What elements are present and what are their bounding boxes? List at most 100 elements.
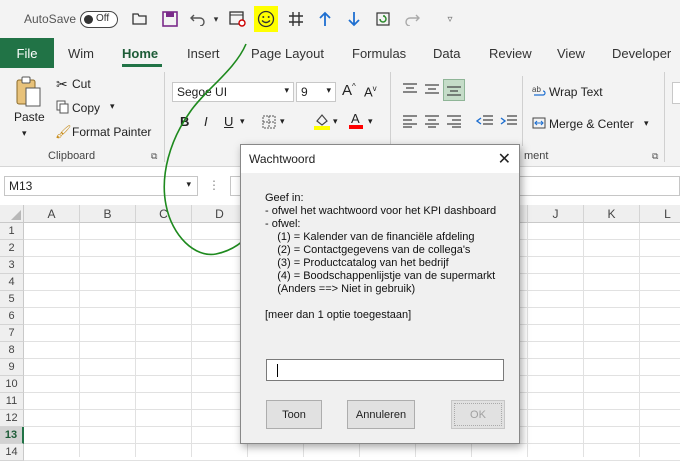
- row-header[interactable]: 9: [0, 359, 24, 376]
- row-header[interactable]: 4: [0, 274, 24, 291]
- fill-color-dropdown-icon[interactable]: ▾: [333, 116, 338, 127]
- paste-button[interactable]: Paste: [14, 110, 45, 124]
- shrink-font-icon[interactable]: Av: [364, 84, 377, 99]
- column-header[interactable]: J: [528, 205, 584, 223]
- merge-center-button[interactable]: Merge & Center: [549, 117, 634, 131]
- tab-file[interactable]: File: [0, 38, 54, 68]
- tab-wim[interactable]: Wim: [68, 46, 94, 61]
- align-center-icon[interactable]: [424, 114, 440, 131]
- borders-icon[interactable]: [262, 115, 276, 132]
- tab-page-layout[interactable]: Page Layout: [251, 46, 324, 61]
- tab-formulas[interactable]: Formulas: [352, 46, 406, 61]
- row-header[interactable]: 10: [0, 376, 24, 393]
- column-header[interactable]: C: [136, 205, 192, 223]
- clipboard-launcher-icon[interactable]: ⧉: [151, 151, 157, 162]
- borders-dropdown-icon[interactable]: ▾: [280, 116, 285, 127]
- increase-indent-icon[interactable]: [500, 114, 518, 131]
- hash-icon[interactable]: [286, 9, 306, 29]
- prompt-line: - ofwel:: [265, 218, 301, 230]
- row-header[interactable]: 7: [0, 325, 24, 342]
- grow-font-icon[interactable]: A^: [342, 82, 356, 99]
- autosave-toggle[interactable]: Off: [80, 11, 118, 28]
- underline-dropdown-icon[interactable]: ▾: [240, 116, 245, 127]
- font-size-combo[interactable]: 9 ▾: [296, 82, 336, 102]
- format-painter-button[interactable]: Format Painter: [72, 125, 151, 139]
- align-middle-icon[interactable]: [424, 82, 440, 99]
- chevron-down-icon: ▾: [186, 179, 191, 189]
- align-right-icon[interactable]: [446, 114, 462, 131]
- active-tab-indicator: [122, 64, 162, 67]
- number-format-combo[interactable]: [672, 82, 680, 104]
- row-header[interactable]: 1: [0, 223, 24, 240]
- undo-icon[interactable]: [188, 9, 208, 29]
- save-icon[interactable]: [160, 9, 180, 29]
- row-header[interactable]: 12: [0, 410, 24, 427]
- align-bottom-button[interactable]: [443, 79, 465, 101]
- copy-button[interactable]: Copy: [72, 101, 100, 115]
- row-header[interactable]: 3: [0, 257, 24, 274]
- tab-data[interactable]: Data: [433, 46, 460, 61]
- row-header[interactable]: 8: [0, 342, 24, 359]
- merge-center-icon[interactable]: [532, 116, 546, 133]
- column-header[interactable]: L: [640, 205, 680, 223]
- svg-text:ab: ab: [532, 85, 541, 94]
- show-button[interactable]: Toon: [266, 400, 322, 429]
- copy-dropdown-icon[interactable]: ▾: [110, 101, 115, 112]
- tab-home[interactable]: Home: [122, 46, 158, 61]
- close-icon[interactable]: ✕: [498, 149, 511, 169]
- paste-icon[interactable]: [14, 76, 42, 111]
- bold-button[interactable]: B: [180, 114, 189, 129]
- print-preview-icon[interactable]: [228, 9, 248, 29]
- paste-dropdown-icon[interactable]: ▾: [22, 128, 27, 139]
- row-header[interactable]: 2: [0, 240, 24, 257]
- copy-icon[interactable]: [56, 100, 69, 117]
- undo-dropdown-icon[interactable]: ▾: [206, 9, 226, 29]
- wrap-text-button[interactable]: Wrap Text: [549, 85, 603, 99]
- password-input[interactable]: [266, 359, 504, 381]
- fill-color-icon[interactable]: [313, 112, 331, 133]
- ribbon-tabs: File Wim Home Insert Page Layout Formula…: [0, 38, 680, 68]
- redo-icon[interactable]: [402, 9, 422, 29]
- folder-open-icon[interactable]: [130, 9, 150, 29]
- arrow-up-icon[interactable]: [315, 9, 335, 29]
- customize-icon[interactable]: ▿: [440, 9, 460, 29]
- cancel-button[interactable]: Annuleren: [347, 400, 415, 429]
- align-left-icon[interactable]: [402, 114, 418, 131]
- row-header[interactable]: 6: [0, 308, 24, 325]
- cut-icon[interactable]: ✂: [56, 76, 68, 93]
- align-top-icon[interactable]: [402, 82, 418, 99]
- wrap-text-icon[interactable]: ab: [532, 84, 546, 101]
- cut-button[interactable]: Cut: [72, 77, 91, 91]
- chevron-down-icon: ▾: [326, 85, 331, 95]
- text-caret: [277, 364, 278, 377]
- prompt-line: (3) = Productcatalog van het bedrijf: [265, 257, 449, 269]
- tab-review[interactable]: Review: [489, 46, 532, 61]
- row-header[interactable]: 14: [0, 444, 24, 461]
- merge-dropdown-icon[interactable]: ▾: [644, 118, 649, 129]
- arrow-down-icon[interactable]: [344, 9, 364, 29]
- decrease-indent-icon[interactable]: [475, 114, 494, 131]
- select-all-corner[interactable]: [0, 205, 24, 223]
- name-box[interactable]: M13 ▾: [4, 176, 198, 196]
- column-header[interactable]: K: [584, 205, 640, 223]
- font-color-dropdown-icon[interactable]: ▾: [368, 116, 373, 127]
- row-header[interactable]: 11: [0, 393, 24, 410]
- font-color-icon[interactable]: A: [348, 110, 364, 133]
- smiley-icon[interactable]: [256, 9, 276, 29]
- row-header[interactable]: 5: [0, 291, 24, 308]
- underline-button[interactable]: U: [224, 114, 233, 129]
- prompt-note: [meer dan 1 optie toegestaan]: [265, 309, 412, 321]
- gridline: [79, 223, 80, 457]
- column-header[interactable]: A: [24, 205, 80, 223]
- italic-button[interactable]: I: [204, 114, 208, 129]
- tab-insert[interactable]: Insert: [187, 46, 220, 61]
- font-name-combo[interactable]: Segoe UI ▾: [172, 82, 294, 102]
- tab-developer[interactable]: Developer: [612, 46, 671, 61]
- alignment-launcher-icon[interactable]: ⧉: [652, 151, 658, 162]
- ok-button[interactable]: OK: [451, 400, 505, 429]
- refresh-icon[interactable]: [373, 9, 393, 29]
- column-header[interactable]: B: [80, 205, 136, 223]
- format-painter-icon[interactable]: 🖌: [55, 124, 72, 140]
- tab-view[interactable]: View: [557, 46, 585, 61]
- row-header[interactable]: 13: [0, 427, 24, 444]
